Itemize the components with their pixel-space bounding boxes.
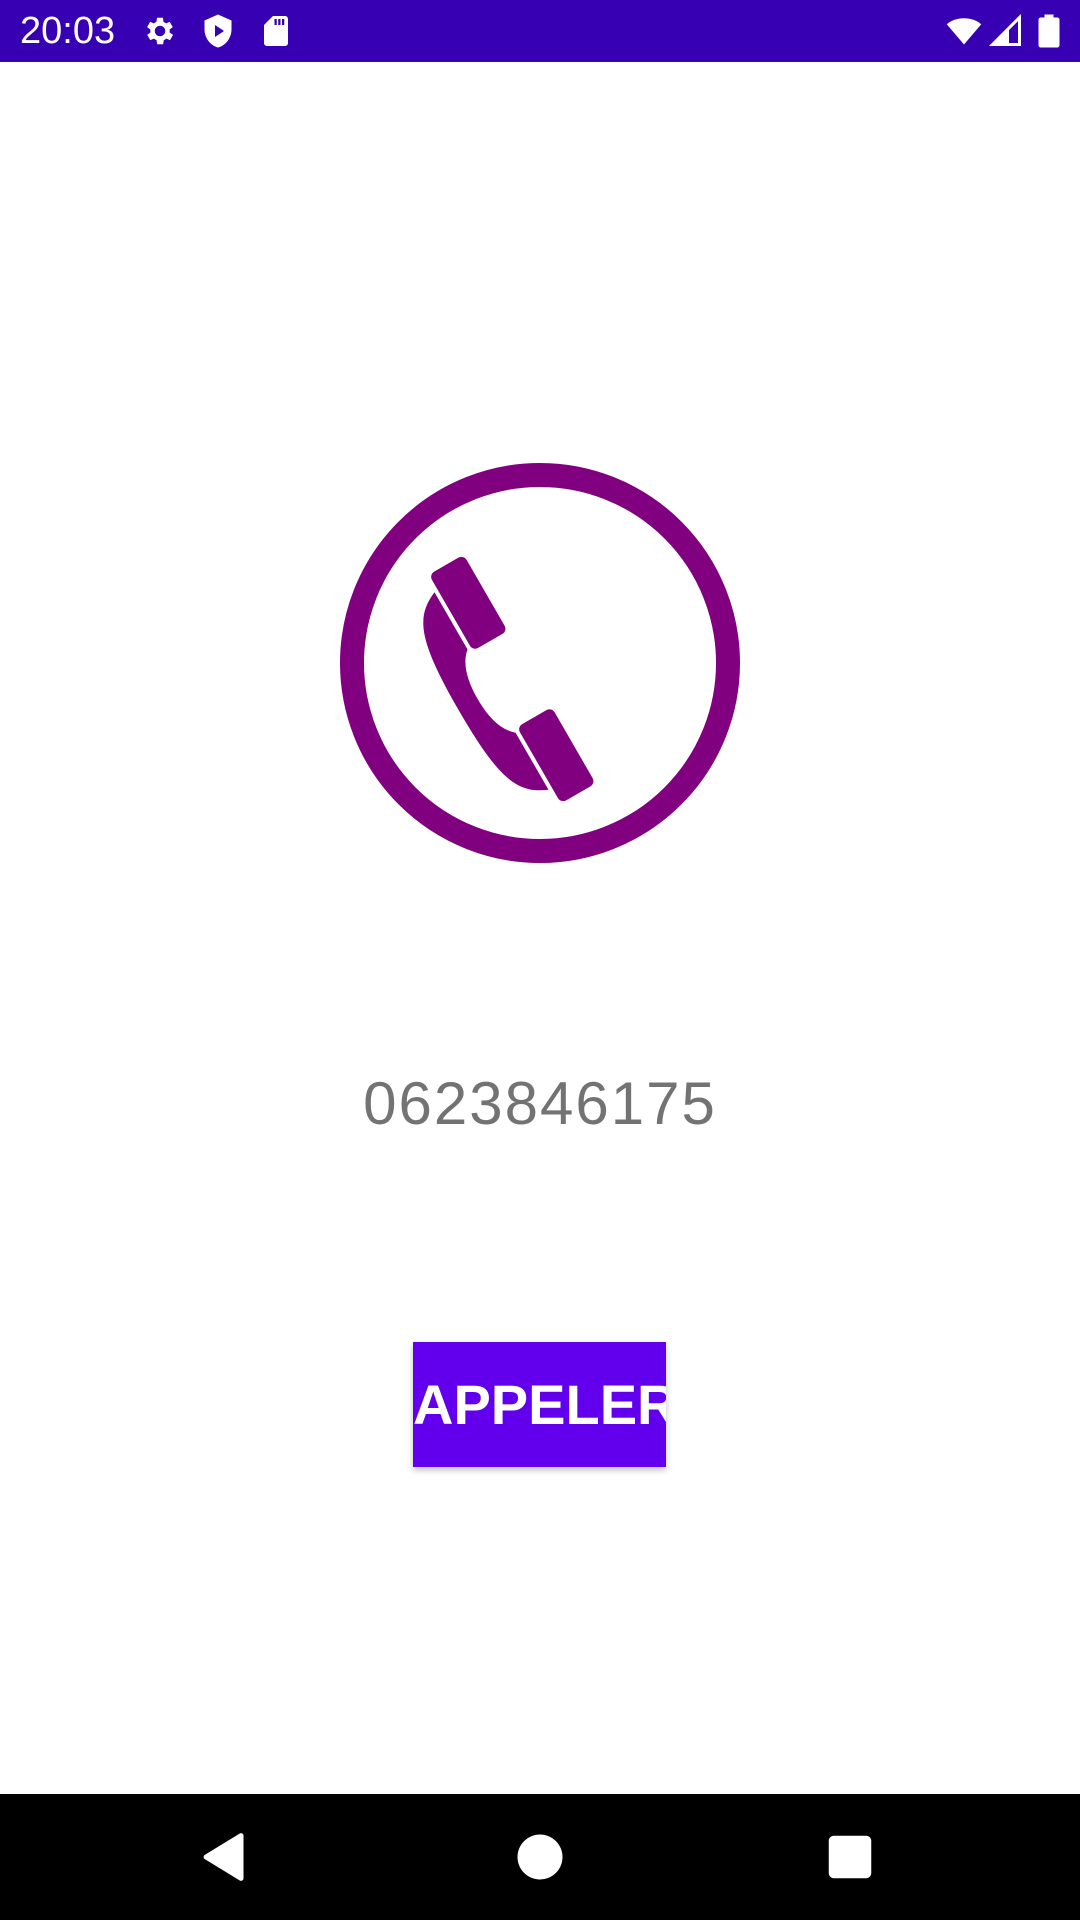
call-button[interactable]: APPELER (413, 1342, 666, 1467)
shield-play-icon (200, 13, 236, 49)
screen: 20:03 0623846175 APPELER (0, 0, 1080, 1920)
gear-icon (142, 13, 178, 49)
status-bar: 20:03 (0, 0, 1080, 62)
wifi-icon (944, 13, 984, 49)
navigation-bar (0, 1794, 1080, 1920)
sd-card-icon (258, 13, 294, 49)
signal-icon (988, 13, 1024, 49)
recents-icon[interactable] (820, 1827, 880, 1887)
battery-icon (1034, 13, 1064, 49)
phone-number: 0623846175 (363, 1070, 717, 1137)
home-icon[interactable] (510, 1827, 570, 1887)
phone-handset-in-circle-icon (338, 461, 742, 865)
status-time: 20:03 (20, 10, 116, 52)
back-icon[interactable] (196, 1827, 256, 1887)
